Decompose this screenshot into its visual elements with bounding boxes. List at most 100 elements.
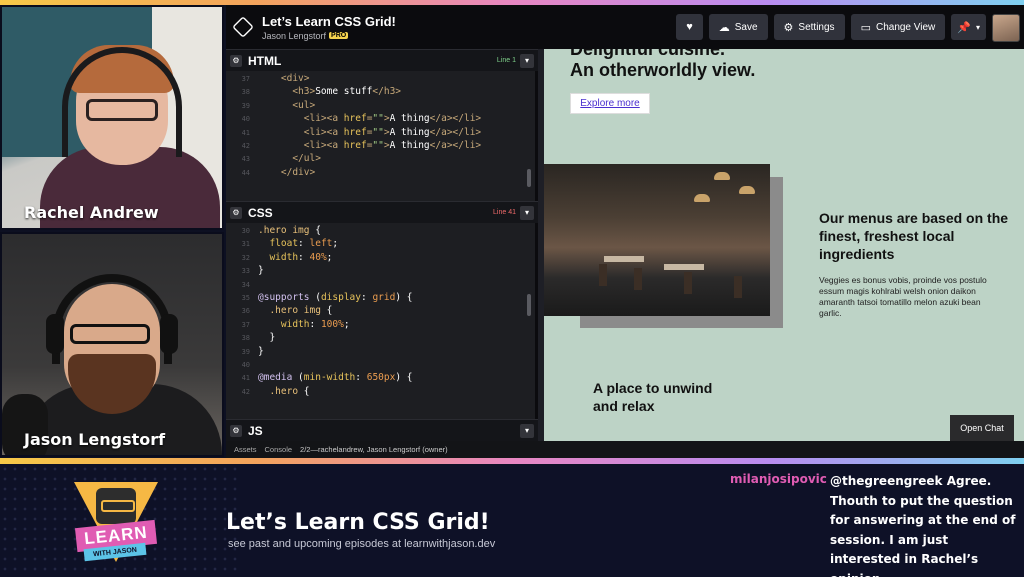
explore-more-button[interactable]: Explore more [570, 93, 650, 114]
pen-author[interactable]: Jason Lengstorf [262, 31, 326, 41]
html-pane-title: HTML [248, 53, 282, 68]
assets-tab[interactable]: Assets [234, 445, 257, 454]
code-line[interactable]: 36 .hero img { [226, 305, 538, 318]
line-number: 39 [241, 347, 250, 356]
codepen-logo-icon[interactable] [232, 16, 254, 38]
code-line[interactable]: 33} [226, 265, 538, 278]
save-button[interactable]: ☁ Save [708, 14, 768, 40]
cloud-icon: ☁ [718, 21, 730, 34]
code-token: Some stuff [315, 86, 373, 98]
gear-icon[interactable]: ⚙ [230, 206, 242, 219]
learn-with-jason-logo: LEARN WITH JASON [74, 482, 158, 568]
place-text: A place to unwind and relax [593, 380, 713, 414]
js-pane-title: JS [248, 423, 263, 438]
code-line[interactable]: 30 .hero img { [226, 225, 538, 238]
code-token: <div> [258, 73, 310, 84]
code-token: <li><a [258, 139, 344, 151]
code-token: </ul> [258, 153, 321, 165]
html-pane-header[interactable]: ⚙ HTML Line 1 ▾ [226, 49, 538, 71]
code-token: 100% [320, 318, 344, 330]
css-scrollbar[interactable] [527, 294, 531, 316]
line-number: 42 [241, 387, 250, 396]
code-token: </a></li> [429, 113, 482, 125]
webcam-name-label: Jason Lengstorf [24, 430, 166, 449]
pin-button[interactable]: 📌 ▾ [951, 14, 986, 40]
menu-body: Veggies es bonus vobis, proinde vos post… [819, 275, 987, 318]
heart-icon: ♥ [686, 21, 693, 33]
code-token: <li><a [258, 126, 344, 138]
code-line[interactable]: 38 } [226, 332, 538, 345]
code-token: width [258, 318, 310, 330]
preview-frame[interactable]: Delightful cuisine. An otherworldly view… [544, 49, 1024, 441]
code-line[interactable]: 43 </ul> [226, 153, 538, 166]
user-avatar[interactable] [992, 14, 1020, 42]
code-line[interactable]: 31 float: left; [226, 238, 538, 251]
line-number: 36 [241, 307, 250, 316]
stream-screen: Rachel Andrew Jason Lengstorf Let’s Lear… [0, 0, 1024, 577]
code-token: A thing [389, 126, 430, 138]
js-pane-header[interactable]: ⚙ JS ▾ [226, 419, 538, 441]
code-line[interactable]: 39} [226, 346, 538, 359]
code-line[interactable]: 40 [226, 359, 538, 372]
css-line-indicator: Line 41 [493, 209, 516, 216]
stream-lower-third: LEARN WITH JASON Let’s Learn CSS Grid! s… [0, 464, 1024, 577]
console-tab[interactable]: Console [265, 445, 293, 454]
code-token: @media [258, 372, 299, 384]
line-number: 33 [241, 267, 250, 276]
settings-button[interactable]: ⚙ Settings [773, 14, 845, 40]
code-token: { [326, 305, 333, 317]
chat-message: @thegreengreek Agree. Thouth to put the … [830, 474, 1016, 577]
show-subtitle: see past and upcoming episodes at learnw… [228, 538, 496, 550]
heart-button[interactable]: ♥ [676, 14, 703, 40]
gear-icon: ⚙ [783, 21, 794, 34]
code-line[interactable]: 39 <ul> [226, 100, 538, 113]
change-view-button[interactable]: ▭ Change View [850, 14, 946, 40]
code-line[interactable]: 37 <div> [226, 73, 538, 86]
settings-label: Settings [798, 21, 835, 33]
open-chat-button[interactable]: Open Chat [950, 415, 1014, 441]
code-token: A thing [389, 139, 430, 151]
code-token: : [298, 238, 310, 250]
code-line[interactable]: 41 @media (min-width: 650px) { [226, 372, 538, 385]
code-token: href [343, 126, 367, 138]
code-line[interactable]: 42 .hero { [226, 386, 538, 399]
code-token: .hero [258, 385, 304, 397]
code-token: ) { [395, 372, 413, 384]
line-number: 32 [241, 253, 250, 262]
code-token: A thing [389, 113, 430, 125]
html-code[interactable]: 37 <div> 38 <h3>Some stuff</h3> 39 <ul> 40 … [226, 73, 538, 180]
code-line[interactable]: 37 width: 100%; [226, 319, 538, 332]
pen-title[interactable]: Let’s Learn CSS Grid! [262, 14, 396, 29]
restaurant-image [544, 164, 770, 316]
html-scrollbar[interactable] [527, 169, 531, 187]
gear-icon[interactable]: ⚙ [230, 424, 242, 437]
code-line[interactable]: 44 </div> [226, 167, 538, 180]
html-line-indicator: Line 1 [496, 57, 516, 64]
chevron-down-icon[interactable]: ▾ [520, 53, 534, 68]
code-token: 40% [309, 251, 327, 263]
change-view-label: Change View [875, 21, 936, 33]
code-line[interactable]: 41 <li><a href="">A thing</a></li> [226, 127, 538, 140]
code-line[interactable]: 34 [226, 279, 538, 292]
css-pane-header[interactable]: ⚙ CSS Line 41 ▾ [226, 201, 538, 223]
css-code[interactable]: 30 .hero img {31 float: left; 32 width: 40… [226, 225, 538, 415]
save-label: Save [734, 21, 758, 33]
chevron-down-icon[interactable]: ▾ [520, 205, 534, 220]
code-line[interactable]: 38 <h3>Some stuff</h3> [226, 86, 538, 99]
code-token: "" [372, 113, 384, 125]
code-line[interactable]: 35 @supports (display: grid) { [226, 292, 538, 305]
chevron-down-icon[interactable]: ▾ [520, 423, 534, 438]
code-token: float [258, 238, 299, 250]
preview-heading-top: Delightful cuisine. [570, 49, 726, 59]
code-line[interactable]: 42 <li><a href="">A thing</a></li> [226, 140, 538, 153]
line-number: 40 [241, 115, 250, 124]
code-line[interactable]: 32 width: 40%; [226, 252, 538, 265]
code-token: } [258, 345, 264, 357]
code-line[interactable]: 40 <li><a href="">A thing</a></li> [226, 113, 538, 126]
chevron-down-icon: ▾ [975, 22, 980, 32]
line-number: 38 [241, 88, 250, 97]
codepen-footer: Assets Console 2/2—rachelandrew, Jason L… [226, 441, 1024, 458]
line-number: 34 [241, 280, 250, 289]
gear-icon[interactable]: ⚙ [230, 54, 242, 67]
code-token: </a></li> [429, 139, 482, 151]
